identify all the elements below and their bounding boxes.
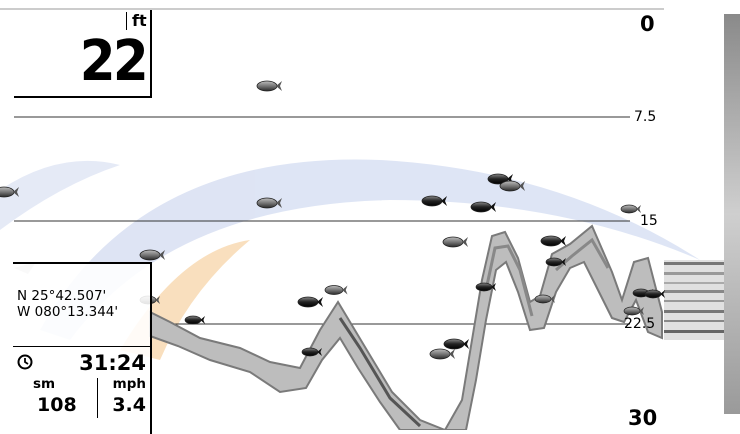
depth-scale-line-label: 7.5 (634, 109, 657, 125)
sonar-intensity-bars (664, 260, 724, 340)
depth-value: 22 (79, 29, 149, 94)
fish-icon (442, 236, 468, 248)
color-legend-bar (724, 14, 740, 414)
depth-scale-bottom: 30 (628, 406, 658, 430)
sonar-display: 0 7.5 15 22.5 30 ft 22 N 25°42.507' W 08… (0, 0, 740, 434)
speed-value: 3.4 (112, 394, 146, 416)
speed-unit: mph (112, 376, 146, 392)
clock-icon (17, 354, 33, 370)
gps-latitude: N 25°42.507' (17, 288, 107, 304)
fish-icon (443, 338, 469, 350)
depth-scale-line-label: 15 (640, 213, 658, 229)
fish-icon (184, 315, 205, 325)
fish-icon (256, 80, 282, 92)
fish-icon (644, 289, 665, 299)
fish-icon (429, 348, 455, 360)
fish-icon (324, 285, 348, 295)
panel-vertical-divider (97, 378, 98, 418)
gps-position: N 25°42.507' W 080°13.344' (17, 288, 118, 320)
fish-icon (540, 235, 566, 247)
fish-icon (297, 296, 323, 308)
panel-divider (13, 346, 150, 347)
depth-scale-top: 0 (640, 12, 655, 36)
depth-readout: ft 22 (14, 10, 152, 98)
fish-icon (620, 204, 641, 214)
depth-unit: ft (126, 12, 147, 30)
depth-scale-line-label: 22.5 (624, 316, 656, 332)
distance-unit: sm (33, 376, 56, 392)
distance-value: 108 (37, 394, 77, 416)
nav-info-panel: N 25°42.507' W 080°13.344' 31:24 sm mph … (13, 262, 152, 434)
gps-longitude: W 080°13.344' (17, 304, 119, 320)
timer-value: 31:24 (79, 351, 146, 375)
